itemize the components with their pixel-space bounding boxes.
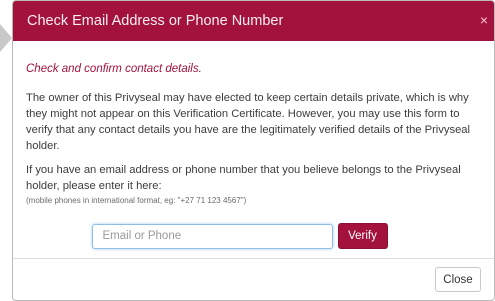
modal-title: Check Email Address or Phone Number [27, 13, 284, 29]
modal-body: Check and confirm contact details. The o… [13, 63, 494, 249]
privacy-explanation: The owner of this Privyseal may have ele… [26, 92, 470, 152]
verify-form: Verify [26, 223, 481, 249]
verify-button[interactable]: Verify [337, 223, 388, 249]
close-button[interactable]: Close [435, 267, 481, 292]
check-contact-modal: Check Email Address or Phone Number × Ch… [12, 0, 495, 301]
pointer-triangle-icon [0, 24, 12, 52]
close-icon[interactable]: × [480, 13, 488, 27]
modal-footer: Close [13, 258, 494, 300]
email-or-phone-input[interactable] [91, 223, 333, 249]
entry-instructions: If you have an email address or phone nu… [26, 164, 461, 192]
modal-subtitle: Check and confirm contact details. [26, 63, 202, 75]
modal-header: Check Email Address or Phone Number × [13, 1, 494, 41]
phone-format-hint: (mobile phones in international format, … [26, 196, 247, 205]
